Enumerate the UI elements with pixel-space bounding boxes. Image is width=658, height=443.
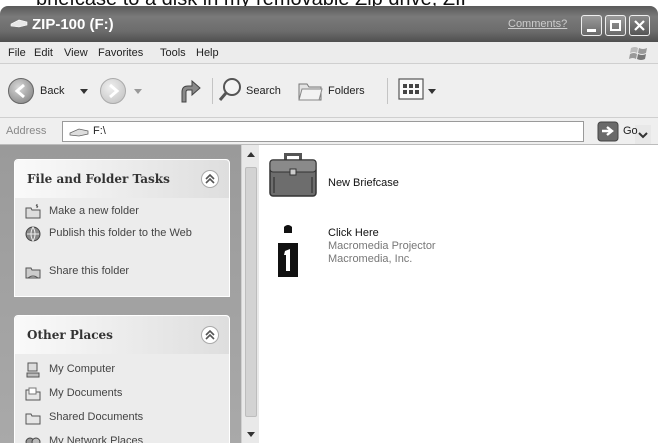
scroll-down-icon[interactable] [244, 427, 258, 441]
task-label: Publish this folder to the Web [49, 227, 192, 239]
panel-header[interactable]: Other Places [15, 316, 229, 354]
windows-logo-icon [629, 47, 647, 60]
place-my-computer[interactable]: My Computer [25, 362, 215, 380]
back-arrow-icon [8, 78, 34, 104]
minimize-icon [587, 29, 596, 32]
search-button[interactable]: Search [218, 76, 290, 106]
file-name: New Briefcase [328, 177, 399, 189]
go-label: Go [623, 125, 638, 137]
task-label: Shared Documents [49, 411, 144, 423]
chevron-up-icon [205, 173, 215, 184]
folders-icon [298, 83, 323, 101]
menu-bar: File Edit View Favorites Tools Help [0, 42, 658, 64]
search-icon [218, 78, 241, 101]
menu-favorites[interactable]: Favorites [98, 47, 143, 59]
forward-dropdown-icon [134, 89, 142, 94]
task-label: Share this folder [49, 265, 130, 277]
other-places-panel: Other Places My Computer My Documents Sh… [14, 315, 230, 443]
file-item-click-here[interactable]: Click Here Macromedia Projector Macromed… [276, 221, 496, 283]
back-label: Back [40, 85, 65, 97]
close-button[interactable] [629, 15, 650, 36]
folders-button[interactable]: Folders [296, 76, 380, 106]
search-label: Search [246, 85, 281, 97]
panel-title: File and Folder Tasks [27, 172, 170, 186]
window-title: ZIP-100 (F:) [32, 16, 114, 33]
menu-tools[interactable]: Tools [160, 47, 186, 59]
task-publish-folder[interactable]: Publish this folder to the Web [25, 226, 215, 256]
collapse-button[interactable] [201, 170, 219, 188]
minimize-button[interactable] [581, 15, 602, 36]
toolbar-separator [212, 78, 213, 104]
scroll-up-icon[interactable] [244, 148, 258, 162]
comments-link[interactable]: Comments? [508, 18, 567, 30]
menu-edit[interactable]: Edit [34, 47, 53, 59]
menu-file[interactable]: File [8, 47, 26, 59]
documents-folder-icon [25, 387, 41, 401]
zip-drive-icon [69, 128, 89, 137]
back-button[interactable]: Back [8, 76, 90, 106]
toolbar-separator [387, 78, 388, 104]
place-my-documents[interactable]: My Documents [25, 386, 215, 404]
close-icon [634, 20, 645, 31]
back-dropdown-icon [80, 89, 88, 94]
share-folder-icon [25, 267, 41, 279]
task-label: My Documents [49, 387, 123, 399]
file-folder-tasks-panel: File and Folder Tasks Make a new folder [14, 159, 230, 297]
collapse-button[interactable] [201, 326, 219, 344]
up-arrow-icon [181, 79, 201, 103]
maximize-button[interactable] [605, 15, 626, 36]
panel-header[interactable]: File and Folder Tasks [15, 160, 229, 198]
task-label: Make a new folder [49, 205, 139, 217]
task-label: My Computer [49, 363, 116, 375]
address-bar: Address F:\ Go [0, 118, 658, 145]
forward-arrow-icon [100, 78, 126, 104]
task-share-folder[interactable]: Share this folder [25, 264, 215, 282]
title-bar[interactable]: ZIP-100 (F:) Comments? [0, 6, 658, 42]
shared-folder-icon [25, 413, 41, 425]
views-dropdown-icon [428, 89, 436, 94]
file-company: Macromedia, Inc. [328, 253, 413, 265]
folders-label: Folders [328, 85, 365, 97]
chevron-up-icon [205, 329, 215, 340]
file-list-area: New Briefcase Click Here Macromedia Proj… [260, 145, 658, 443]
place-shared-documents[interactable]: Shared Documents [25, 410, 215, 428]
views-icon [398, 78, 424, 100]
file-item-new-briefcase[interactable]: New Briefcase [266, 147, 466, 211]
forward-button[interactable] [100, 76, 146, 106]
views-button[interactable] [396, 76, 442, 106]
toolbar: Back Search Folders [0, 64, 658, 118]
menu-help[interactable]: Help [196, 47, 219, 59]
briefcase-icon [269, 153, 317, 197]
address-label: Address [6, 125, 47, 137]
projector-icon [278, 225, 298, 277]
computer-icon [26, 362, 40, 378]
task-label: My Network Places [49, 435, 144, 443]
task-pane: File and Folder Tasks Make a new folder [0, 145, 241, 443]
go-button[interactable]: Go [597, 121, 655, 142]
panel-title: Other Places [27, 328, 113, 342]
globe-icon [25, 226, 41, 242]
go-arrow-icon [597, 121, 619, 142]
network-icon [25, 437, 41, 443]
file-name: Click Here [328, 227, 379, 239]
maximize-icon [610, 20, 621, 31]
zip-drive-icon [10, 19, 28, 28]
menu-view[interactable]: View [64, 47, 88, 59]
file-type: Macromedia Projector [328, 240, 436, 252]
new-folder-icon [25, 204, 41, 219]
task-make-new-folder[interactable]: Make a new folder [25, 204, 215, 222]
address-input[interactable]: F:\ [62, 121, 651, 144]
address-value: F:\ [93, 125, 106, 137]
up-folder-button[interactable] [176, 76, 204, 106]
place-my-network-places[interactable]: My Network Places [25, 434, 215, 443]
vertical-scrollbar[interactable] [241, 145, 259, 443]
scrollbar-thumb[interactable] [245, 167, 257, 417]
